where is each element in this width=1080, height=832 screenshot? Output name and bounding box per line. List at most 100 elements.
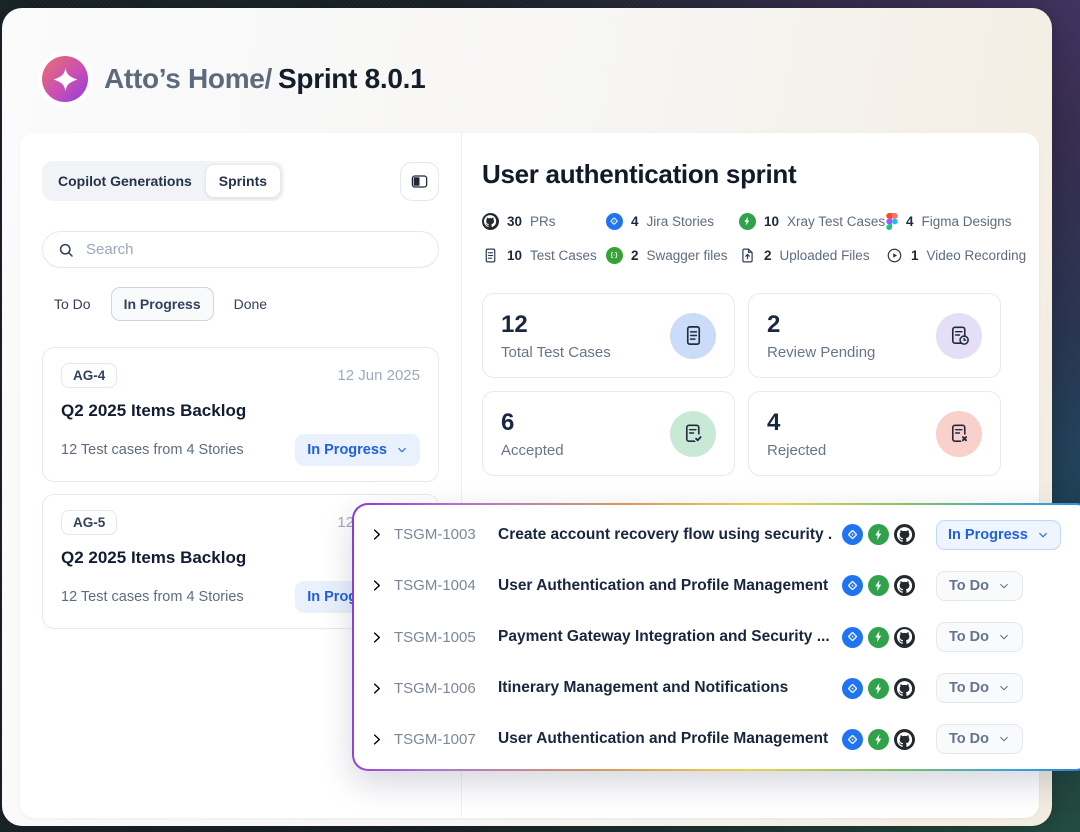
github-icon	[894, 524, 915, 545]
chevron-right-icon[interactable]	[369, 630, 384, 645]
filter-todo[interactable]: To Do	[42, 288, 103, 320]
view-switcher: Copilot Generations Sprints	[42, 161, 284, 201]
status-label: To Do	[949, 680, 989, 696]
github-icon	[894, 575, 915, 596]
status-label: In Progress	[948, 527, 1028, 543]
atto-logo	[42, 56, 88, 102]
card-subtitle: 12 Test cases from 4 Stories	[61, 442, 244, 458]
sprint-name: Sprint 8.0.1	[278, 63, 425, 94]
xray-icon	[868, 524, 889, 545]
source-icons	[842, 627, 915, 648]
test-case-row[interactable]: TSGM-1006 Itinerary Management and Notif…	[354, 663, 1080, 714]
test-case-id: TSGM-1005	[394, 629, 488, 646]
test-case-list-panel: TSGM-1003 Create account recovery flow u…	[352, 503, 1080, 771]
chevron-down-icon	[998, 580, 1010, 592]
test-case-row[interactable]: TSGM-1003 Create account recovery flow u…	[354, 509, 1080, 560]
star-icon	[52, 66, 79, 93]
test-case-row[interactable]: TSGM-1005 Payment Gateway Integration an…	[354, 611, 1080, 662]
stat-figma-designs: 4Figma Designs	[886, 213, 1039, 230]
card-id-badge: AG-4	[61, 363, 117, 388]
status-label: To Do	[949, 629, 989, 645]
total-test-cases-card: 12 Total Test Cases	[482, 293, 735, 378]
stat-video-recording: 1Video Recording	[886, 247, 1039, 264]
test-case-id: TSGM-1004	[394, 577, 488, 594]
test-case-title: Itinerary Management and Notifications	[498, 679, 832, 697]
breadcrumb: Atto’s Home/	[104, 63, 272, 94]
xray-icon	[739, 213, 756, 230]
test-cases-icon	[482, 247, 499, 264]
github-icon	[894, 627, 915, 648]
card-date: 12 Jun 2025	[337, 367, 420, 384]
stat-xray-test-cases: 10Xray Test Cases	[739, 213, 886, 230]
accepted-card: 6 Accepted	[482, 391, 735, 476]
chevron-right-icon[interactable]	[369, 578, 384, 593]
doc-clock-icon	[936, 313, 982, 359]
app-header: Atto’s Home/Sprint 8.0.1	[42, 56, 425, 102]
rejected-card: 4 Rejected	[748, 391, 1001, 476]
stat-uploaded-files: 2Uploaded Files	[739, 247, 886, 264]
chevron-down-icon	[1037, 529, 1049, 541]
test-case-id: TSGM-1003	[394, 526, 488, 543]
github-icon	[894, 729, 915, 750]
stat-prs: 30PRs	[482, 213, 606, 230]
status-dropdown[interactable]: To Do	[936, 622, 1023, 652]
sprint-title: User authentication sprint	[482, 159, 1039, 190]
source-icons	[842, 729, 915, 750]
sprint-card[interactable]: AG-4 12 Jun 2025 Q2 2025 Items Backlog 1…	[42, 347, 439, 482]
doc-x-icon	[936, 411, 982, 457]
chevron-down-icon	[396, 444, 408, 456]
card-status-label: In Progress	[307, 442, 387, 458]
page-title: Atto’s Home/Sprint 8.0.1	[104, 63, 425, 95]
figma-icon	[886, 213, 898, 230]
stat-test-cases: 10Test Cases	[482, 247, 606, 264]
xray-icon	[868, 678, 889, 699]
chevron-down-icon	[998, 631, 1010, 643]
status-dropdown[interactable]: To Do	[936, 724, 1023, 754]
tab-copilot-generations[interactable]: Copilot Generations	[45, 165, 205, 197]
tab-sprints[interactable]: Sprints	[205, 164, 281, 198]
source-icons	[842, 678, 915, 699]
card-subtitle: 12 Test cases from 4 Stories	[61, 589, 244, 605]
swagger-icon	[606, 247, 623, 264]
status-filters: To Do In Progress Done	[42, 287, 439, 321]
stat-jira-stories: 4Jira Stories	[606, 213, 739, 230]
jira-icon	[842, 729, 863, 750]
review-pending-card: 2 Review Pending	[748, 293, 1001, 378]
panel-toggle-icon	[410, 172, 429, 191]
sprint-stats: 30PRs 4Jira Stories 10Xray Test Cases 4F…	[482, 213, 1039, 264]
search-icon	[57, 241, 75, 259]
jira-icon	[606, 213, 623, 230]
card-id-badge: AG-5	[61, 510, 117, 535]
filter-done[interactable]: Done	[222, 288, 279, 320]
chevron-right-icon[interactable]	[369, 681, 384, 696]
card-title: Q2 2025 Items Backlog	[61, 401, 420, 421]
chevron-right-icon[interactable]	[369, 732, 384, 747]
filter-in-progress[interactable]: In Progress	[111, 287, 214, 321]
github-icon	[894, 678, 915, 699]
xray-icon	[868, 575, 889, 596]
xray-icon	[868, 729, 889, 750]
status-dropdown[interactable]: To Do	[936, 571, 1023, 601]
status-dropdown[interactable]: In Progress	[936, 520, 1061, 550]
github-icon	[482, 213, 499, 230]
test-case-row[interactable]: TSGM-1007 User Authentication and Profil…	[354, 714, 1080, 765]
status-dropdown[interactable]: To Do	[936, 673, 1023, 703]
xray-icon	[868, 627, 889, 648]
stat-swagger-files: 2Swagger files	[606, 247, 739, 264]
collapse-panel-button[interactable]	[400, 162, 439, 201]
test-case-row[interactable]: TSGM-1004 User Authentication and Profil…	[354, 560, 1080, 611]
chevron-down-icon	[998, 682, 1010, 694]
test-case-title: Create account recovery flow using secur…	[498, 526, 832, 544]
source-icons	[842, 575, 915, 596]
chevron-right-icon[interactable]	[369, 527, 384, 542]
source-icons	[842, 524, 915, 545]
search-input[interactable]	[86, 241, 424, 258]
test-case-id: TSGM-1006	[394, 680, 488, 697]
status-label: To Do	[949, 578, 989, 594]
card-status-dropdown[interactable]: In Progress	[295, 434, 420, 466]
test-case-id: TSGM-1007	[394, 731, 488, 748]
test-case-title: User Authentication and Profile Manageme…	[498, 730, 832, 748]
video-icon	[886, 247, 903, 264]
doc-check-icon	[670, 411, 716, 457]
jira-icon	[842, 524, 863, 545]
